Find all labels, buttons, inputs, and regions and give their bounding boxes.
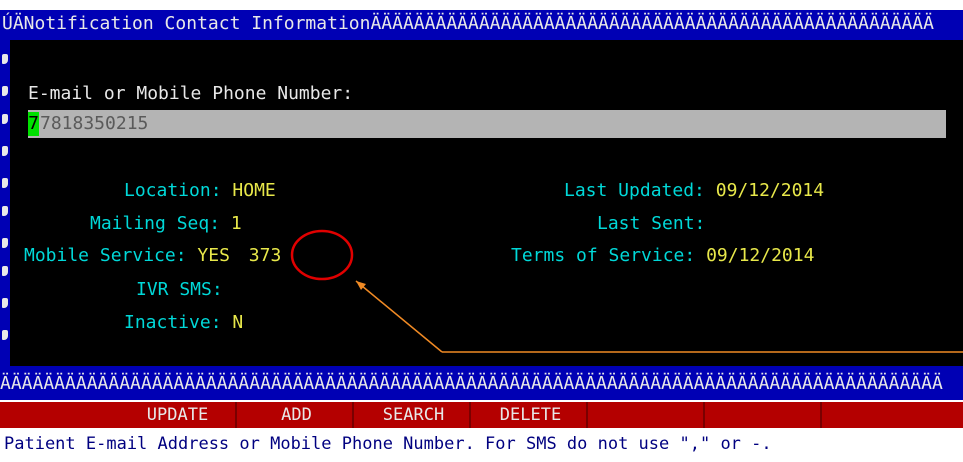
mobile-service-code[interactable]: 373 [249,245,282,266]
mobile-service-value[interactable]: YES [197,245,230,266]
left-border [2,40,10,366]
cursor-character: 7 [28,113,39,134]
mobile-service-label: Mobile Service: [24,245,187,266]
inactive-row: Inactive: N [124,311,243,335]
inactive-label: Inactive: [124,312,222,333]
ivr-sms-row: IVR SMS: [136,278,223,302]
border-marker [2,330,8,340]
separator-line: ÄÄÄÄÄÄÄÄÄÄÄÄÄÄÄÄÄÄÄÄÄÄÄÄÄÄÄÄÄÄÄÄÄÄÄÄÄÄÄÄ… [0,370,963,398]
menu-spacer [0,402,116,428]
contact-input[interactable] [28,110,946,138]
terminal-screen: ÚÄNotification Contact InformationÄÄÄÄÄÄ… [0,0,963,462]
last-sent-row: Last Sent: [597,212,705,236]
mailing-seq-label: Mailing Seq: [90,213,221,234]
border-marker [2,54,8,64]
last-updated-value: 09/12/2014 [715,180,825,201]
terms-value: 09/12/2014 [706,245,815,266]
border-marker [2,206,8,216]
terms-label: Terms of Service: [511,245,696,266]
border-marker [2,86,8,96]
location-label: Location: [124,180,222,201]
location-row: Location: HOME [124,179,276,203]
border-marker [2,266,8,276]
delete-button[interactable]: DELETE [475,402,588,428]
mobile-service-row: Mobile Service: YES 373 [24,244,281,268]
last-updated-label: Last Updated: [564,180,705,201]
border-marker [2,114,8,124]
last-sent-label: Last Sent: [597,213,706,234]
function-key-blank[interactable] [592,402,705,428]
location-value[interactable]: HOME [232,180,275,201]
window-title: ÚÄNotification Contact InformationÄÄÄÄÄÄ… [2,13,934,34]
inactive-value[interactable]: N [232,312,243,333]
function-key-blank[interactable] [826,402,947,428]
update-button[interactable]: UPDATE [120,402,237,428]
action-menu-bar: UPDATE ADD SEARCH DELETE [0,402,963,428]
function-key-blank[interactable] [709,402,822,428]
help-status-line: Patient E-mail Address or Mobile Phone N… [0,430,963,458]
mailing-seq-row: Mailing Seq: 1 [90,212,242,236]
border-marker [2,238,8,248]
ivr-sms-label: IVR SMS: [136,279,223,300]
terms-row: Terms of Service: 09/12/2014 [511,244,814,268]
mailing-seq-value[interactable]: 1 [231,213,242,234]
border-marker [2,146,8,156]
last-updated-row: Last Updated: 09/12/2014 [564,179,824,203]
add-button[interactable]: ADD [241,402,354,428]
search-button[interactable]: SEARCH [358,402,471,428]
border-marker [2,298,8,308]
border-marker [2,178,8,188]
contact-field-label: E-mail or Mobile Phone Number: [28,83,354,104]
